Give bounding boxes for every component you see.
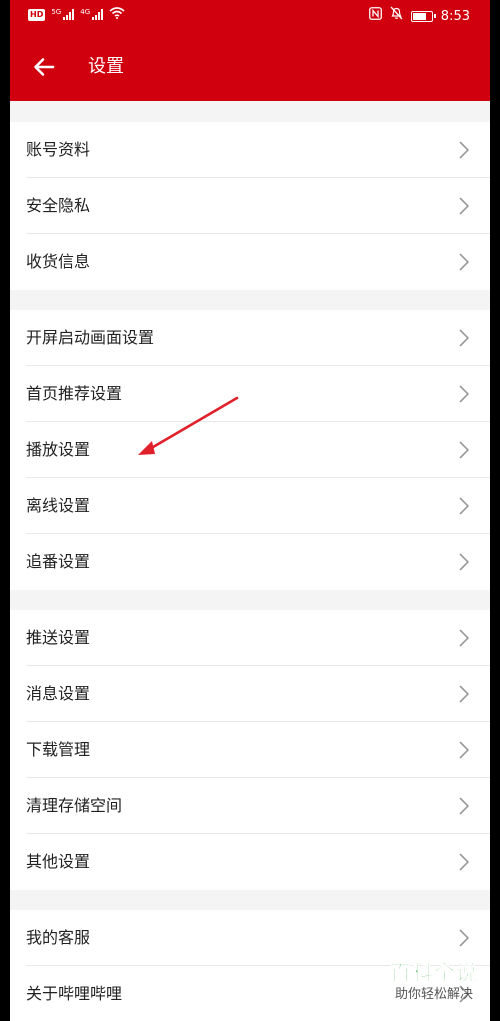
settings-item-label: 我的客服 <box>26 928 91 947</box>
chevron-right-icon <box>459 797 470 815</box>
settings-item-label: 收货信息 <box>26 252 91 271</box>
settings-item-home-recommend[interactable]: 首页推荐设置 <box>10 366 490 422</box>
app-bar: 设置 <box>10 33 490 101</box>
settings-item-label: 离线设置 <box>26 496 91 515</box>
settings-screen: HD 5G 4G 8:53 设置 账号资料 安全隐私 收货信息 开屏启动画面设置… <box>10 0 490 1021</box>
settings-item-customer-service[interactable]: 我的客服 <box>10 910 490 966</box>
watermark-slogan: 助你轻松解决 <box>394 987 473 1002</box>
settings-item-label: 关于哔哩哔哩 <box>26 984 123 1003</box>
signal-icon: 5G <box>51 9 75 20</box>
settings-item-playback[interactable]: 播放设置 <box>10 422 490 478</box>
settings-item-label: 播放设置 <box>26 440 91 459</box>
chevron-right-icon <box>459 929 470 947</box>
chevron-right-icon <box>459 685 470 703</box>
chevron-right-icon <box>459 441 470 459</box>
chevron-right-icon <box>459 853 470 871</box>
settings-section-display: 开屏启动画面设置 首页推荐设置 播放设置 离线设置 追番设置 <box>10 310 490 590</box>
status-bar: HD 5G 4G 8:53 <box>10 0 490 33</box>
settings-item-label: 账号资料 <box>26 140 91 159</box>
settings-item-shipping-info[interactable]: 收货信息 <box>10 234 490 290</box>
settings-list: 账号资料 安全隐私 收货信息 开屏启动画面设置 首页推荐设置 播放设置 离线设置… <box>10 101 490 1021</box>
arrow-left-icon <box>34 58 55 76</box>
settings-item-account-profile[interactable]: 账号资料 <box>10 122 490 178</box>
settings-section-account: 账号资料 安全隐私 收货信息 <box>10 122 490 290</box>
chevron-right-icon <box>459 253 470 271</box>
settings-item-splash-screen[interactable]: 开屏启动画面设置 <box>10 310 490 366</box>
hd-icon: HD <box>28 8 46 21</box>
settings-item-label: 下载管理 <box>26 740 91 759</box>
nfc-icon <box>368 6 382 27</box>
settings-item-label: 首页推荐设置 <box>26 384 123 403</box>
watermark: 百科全说 助你轻松解决 <box>378 960 490 1004</box>
chevron-right-icon <box>459 385 470 403</box>
status-right: 8:53 <box>368 6 470 27</box>
chevron-right-icon <box>459 329 470 347</box>
back-button[interactable] <box>24 47 64 87</box>
settings-item-clear-storage[interactable]: 清理存储空间 <box>10 778 490 834</box>
settings-item-follow-anime[interactable]: 追番设置 <box>10 534 490 590</box>
chevron-right-icon <box>459 197 470 215</box>
settings-item-security-privacy[interactable]: 安全隐私 <box>10 178 490 234</box>
wifi-icon <box>109 7 125 22</box>
battery-level <box>412 13 426 20</box>
settings-item-offline[interactable]: 离线设置 <box>10 478 490 534</box>
settings-item-label: 推送设置 <box>26 628 91 647</box>
settings-item-other[interactable]: 其他设置 <box>10 834 490 890</box>
chevron-right-icon <box>459 553 470 571</box>
settings-item-label: 消息设置 <box>26 684 91 703</box>
watermark-brand: 百科全说 <box>390 961 478 986</box>
mute-icon <box>390 6 403 27</box>
settings-item-label: 追番设置 <box>26 552 91 571</box>
status-left: HD 5G 4G <box>28 7 125 22</box>
settings-section-system: 推送设置 消息设置 下载管理 清理存储空间 其他设置 <box>10 610 490 890</box>
settings-item-label: 安全隐私 <box>26 196 91 215</box>
battery-icon <box>410 11 436 22</box>
signal-icon: 4G <box>80 9 104 20</box>
settings-item-label: 开屏启动画面设置 <box>26 328 155 347</box>
settings-item-label: 其他设置 <box>26 852 91 871</box>
chevron-right-icon <box>459 497 470 515</box>
chevron-right-icon <box>459 629 470 647</box>
settings-item-label: 清理存储空间 <box>26 796 123 815</box>
status-time: 8:53 <box>440 8 470 24</box>
chevron-right-icon <box>459 141 470 159</box>
settings-item-messages[interactable]: 消息设置 <box>10 666 490 722</box>
chevron-right-icon <box>459 741 470 759</box>
page-title: 设置 <box>88 56 124 77</box>
settings-item-downloads[interactable]: 下载管理 <box>10 722 490 778</box>
settings-item-push[interactable]: 推送设置 <box>10 610 490 666</box>
